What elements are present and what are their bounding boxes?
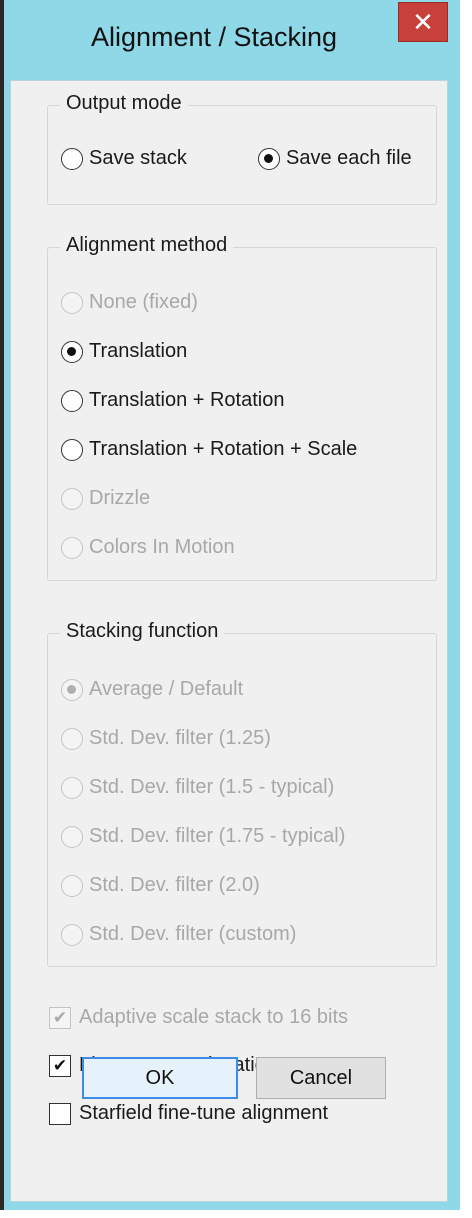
stacking-std-dev-custom-radio[interactable]: Std. Dev. filter (custom)	[61, 923, 296, 946]
option-label: Std. Dev. filter (1.5 - typical)	[89, 776, 335, 798]
stacking-std-dev-1-5-radio[interactable]: Std. Dev. filter (1.5 - typical)	[61, 776, 334, 799]
radio-icon	[61, 438, 83, 461]
checkbox-label: Adaptive scale stack to 16 bits	[79, 1006, 349, 1028]
option-label: Average / Default	[89, 678, 244, 700]
cancel-button[interactable]: Cancel	[256, 1057, 386, 1099]
checkmark-icon: ✔	[49, 1006, 71, 1029]
option-label: Colors In Motion	[89, 536, 235, 558]
option-label: Translation + Rotation + Scale	[89, 438, 358, 460]
option-label: Std. Dev. filter (2.0)	[89, 874, 260, 896]
option-label: Drizzle	[89, 487, 151, 509]
stacking-std-dev-1-75-radio[interactable]: Std. Dev. filter (1.75 - typical)	[61, 825, 345, 848]
stacking-function-group-title: Stacking function	[60, 620, 225, 643]
output-save-stack-radio[interactable]: Save stack	[61, 147, 187, 170]
radio-icon	[61, 487, 83, 510]
option-label: Translation	[89, 340, 188, 362]
stacking-std-dev-1-25-radio[interactable]: Std. Dev. filter (1.25)	[61, 727, 271, 750]
radio-icon	[61, 727, 83, 750]
radio-icon	[258, 147, 280, 170]
checkmark-icon: ✔	[49, 1054, 71, 1077]
radio-icon	[61, 776, 83, 799]
alignment-translation-rotation-radio[interactable]: Translation + Rotation	[61, 389, 284, 412]
ok-button[interactable]: OK	[82, 1057, 238, 1099]
option-label: Translation + Rotation	[89, 389, 285, 411]
output-mode-group-title: Output mode	[60, 92, 188, 115]
adaptive-scale-checkbox[interactable]: ✔ Adaptive scale stack to 16 bits	[49, 1006, 348, 1029]
dialog-client-area: Output mode Save stack Save each file Al…	[10, 80, 448, 1202]
option-label: Std. Dev. filter (1.75 - typical)	[89, 825, 346, 847]
stacking-std-dev-2-0-radio[interactable]: Std. Dev. filter (2.0)	[61, 874, 260, 897]
radio-icon	[61, 291, 83, 314]
alignment-method-group-title: Alignment method	[60, 234, 234, 257]
dialog-title: Alignment / Stacking	[90, 22, 338, 52]
option-label: Save stack	[89, 147, 187, 169]
radio-icon	[61, 536, 83, 559]
radio-icon	[61, 147, 83, 170]
option-label: Std. Dev. filter (custom)	[89, 923, 297, 945]
alignment-translation-rotation-scale-radio[interactable]: Translation + Rotation + Scale	[61, 438, 357, 461]
stacking-average-default-radio[interactable]: Average / Default	[61, 678, 243, 701]
alignment-drizzle-radio[interactable]: Drizzle	[61, 487, 150, 510]
radio-icon	[61, 825, 83, 848]
starfield-fine-tune-checkbox[interactable]: Starfield fine-tune alignment	[49, 1102, 328, 1125]
alignment-translation-radio[interactable]: Translation	[61, 340, 187, 363]
close-button[interactable]: ✕	[398, 2, 448, 42]
radio-icon	[61, 340, 83, 363]
radio-icon	[61, 389, 83, 412]
radio-icon	[61, 678, 83, 701]
radio-icon	[61, 874, 83, 897]
option-label: Save each file	[286, 147, 412, 169]
output-save-each-file-radio[interactable]: Save each file	[258, 147, 412, 170]
checkbox-label: Starfield fine-tune alignment	[79, 1102, 329, 1124]
option-label: Std. Dev. filter (1.25)	[89, 727, 271, 749]
title-bar[interactable]: Alignment / Stacking ✕	[4, 0, 460, 82]
option-label: None (fixed)	[89, 291, 198, 313]
alignment-colors-in-motion-radio[interactable]: Colors In Motion	[61, 536, 235, 559]
checkbox-box	[49, 1102, 71, 1125]
radio-icon	[61, 923, 83, 946]
close-icon: ✕	[412, 6, 434, 37]
alignment-none-fixed-radio[interactable]: None (fixed)	[61, 291, 198, 314]
